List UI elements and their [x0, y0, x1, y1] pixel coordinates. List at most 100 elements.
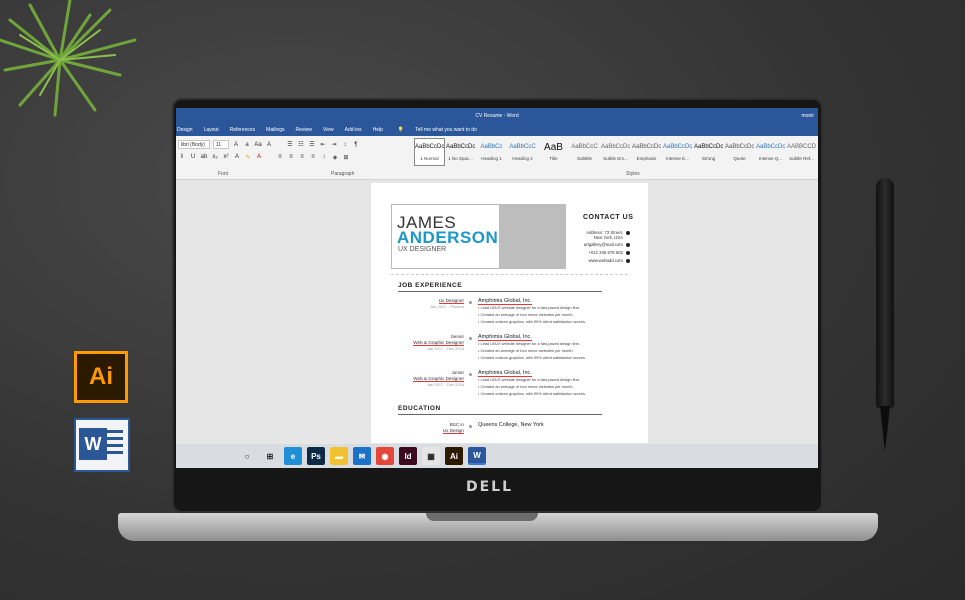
contact-email: artgallery@mail.com — [584, 242, 630, 247]
style-intense-e[interactable]: AaBbCcDc Intense E... — [662, 138, 693, 166]
borders-icon[interactable]: ⊞ — [342, 153, 350, 161]
tell-me-search[interactable]: Tell me what you want to do — [415, 127, 477, 133]
contact-text: +012 345 678 502 — [588, 250, 623, 255]
font-color-icon[interactable]: A — [255, 153, 263, 161]
style-subtle-em[interactable]: AaBbCcDc Subtle Em... — [600, 138, 631, 166]
laptop-notch — [426, 513, 538, 521]
style-name: Intense E... — [666, 156, 689, 161]
style-quote[interactable]: AaBbCcDc Quote — [724, 138, 755, 166]
edge-icon[interactable]: e — [284, 447, 302, 465]
align-left-icon[interactable]: ≡ — [276, 153, 284, 161]
decrease-indent-icon[interactable]: ⇤ — [319, 141, 327, 149]
text-effects-icon[interactable]: A — [233, 153, 241, 161]
store-icon[interactable]: ▦ — [422, 447, 440, 465]
align-center-icon[interactable]: ≡ — [287, 153, 295, 161]
style-1-normal[interactable]: AaBbCcDc 1 Normal — [414, 138, 445, 166]
font-row-1: libri (Body) 11 A a Aa A ☰ ☷ ☰ ⇤ ⇥ ↕ ¶ — [178, 140, 360, 149]
tab-mailings[interactable]: Mailings — [266, 127, 284, 133]
tab-design[interactable]: Design — [177, 127, 193, 133]
school-name: Queens College, New York — [478, 422, 544, 428]
bullet-text: Lead UI/UX website designer for a fast-p… — [480, 377, 581, 382]
style-preview: AaBbCcC — [509, 144, 536, 150]
cortana-icon[interactable]: ○ — [238, 447, 256, 465]
shrink-font-icon[interactable]: a — [243, 141, 251, 149]
align-right-icon[interactable]: ≡ — [298, 153, 306, 161]
indesign-icon[interactable]: Id — [399, 447, 417, 465]
job-bullet: • Lead UI/UX website designer for a fast… — [478, 341, 581, 346]
illustrator-app-icon: Ai — [74, 351, 128, 403]
numbering-icon[interactable]: ☷ — [297, 141, 305, 149]
task-view-icon[interactable]: ⊞ — [261, 447, 279, 465]
bullet-text: Created custom graphics, with 99% client… — [480, 391, 586, 396]
style-subtitle[interactable]: AaBbCcC Subtitle — [569, 138, 600, 166]
tab-add-ins[interactable]: Add-ins — [345, 127, 362, 133]
user-name[interactable]: monir — [801, 113, 814, 119]
style-intense-q[interactable]: AaBbCcDc Intense Q... — [755, 138, 786, 166]
grow-font-icon[interactable]: A — [232, 141, 240, 149]
style-preview: AaBbCcDc — [446, 144, 475, 150]
justify-icon[interactable]: ≡ — [309, 153, 317, 161]
font-name-combo[interactable]: libri (Body) — [178, 140, 210, 149]
tab-review[interactable]: Review — [296, 127, 312, 133]
contact-text: New York, USA — [593, 235, 623, 240]
shading-icon[interactable]: ◈ — [331, 153, 339, 161]
word-icon[interactable]: W — [468, 447, 486, 465]
file-explorer-icon[interactable]: ▬ — [330, 447, 348, 465]
style-title[interactable]: AaB Title — [538, 138, 569, 166]
bullets-icon[interactable]: ☰ — [286, 141, 294, 149]
mail-icon[interactable]: ✉ — [353, 447, 371, 465]
style-name: Strong — [701, 156, 716, 161]
ribbon: libri (Body) 11 A a Aa A ☰ ☷ ☰ ⇤ ⇥ ↕ ¶ I… — [176, 136, 818, 180]
style-name: Intense Q... — [758, 156, 783, 161]
style-preview: AaBbCcC — [571, 144, 598, 150]
style-preview: AaBbCcDc — [663, 144, 692, 150]
increase-indent-icon[interactable]: ⇥ — [330, 141, 338, 149]
style-preview: AaBbCc — [480, 144, 503, 150]
job-bullet: • Lead UI/UX website designer for a fast… — [478, 305, 581, 310]
clear-format-icon[interactable]: A — [265, 141, 273, 149]
photoshop-icon[interactable]: Ps — [307, 447, 325, 465]
font-size-combo[interactable]: 11 — [213, 140, 229, 149]
job-title: Ux Designer Jan 2017 - Present — [398, 298, 464, 310]
underline-icon[interactable]: U — [189, 153, 197, 161]
style-subtle-ref[interactable]: AABBCCDC Subtle Ref... — [786, 138, 817, 166]
bullet-text: Created an average of four minor website… — [480, 312, 574, 317]
phone-icon — [626, 250, 630, 255]
pen-decoration — [876, 178, 894, 408]
chrome-icon[interactable]: ◉ — [376, 447, 394, 465]
style-name: 1 No Spac... — [448, 156, 473, 161]
subscript-icon[interactable]: x₂ — [211, 153, 219, 161]
education-details: Queens College, New York — [478, 422, 628, 428]
pilcrow-icon[interactable]: ¶ — [352, 141, 360, 149]
style-heading-2[interactable]: AaBbCcC Heading 2 — [507, 138, 538, 166]
style-1-no-spac[interactable]: AaBbCcDc 1 No Spac... — [445, 138, 476, 166]
tab-references[interactable]: References — [230, 127, 256, 133]
style-heading-1[interactable]: AaBbCc Heading 1 — [476, 138, 507, 166]
contact-web: www.webadd.com — [588, 258, 630, 263]
tab-help[interactable]: Help — [373, 127, 383, 133]
sort-icon[interactable]: ↕ — [341, 141, 349, 149]
superscript-icon[interactable]: x² — [222, 153, 230, 161]
job-role: UX DESIGNER — [398, 246, 447, 253]
job-heading: JOB EXPERIENCE — [398, 282, 463, 289]
style-strong[interactable]: AaBbCcDc Strong — [693, 138, 724, 166]
paragraph-group-label: Paragraph — [331, 171, 355, 177]
job-bullet: • Created custom graphics, with 99% clie… — [478, 391, 586, 396]
style-emphasis[interactable]: AaBbCcDc Emphasis — [631, 138, 662, 166]
change-case-icon[interactable]: Aa — [254, 141, 262, 149]
divider — [391, 274, 628, 275]
highlight-icon[interactable]: ✎ — [244, 153, 252, 161]
word-app-icon: W — [74, 418, 130, 472]
multilevel-icon[interactable]: ☰ — [308, 141, 316, 149]
tab-layout[interactable]: Layout — [204, 127, 219, 133]
style-name: Subtle Ref... — [789, 156, 814, 161]
strikethrough-icon[interactable]: ab — [200, 153, 208, 161]
bold-icon[interactable]: I — [178, 153, 186, 161]
font-group-label: Font — [218, 171, 229, 177]
job-bullet: • Created an average of four minor websi… — [478, 312, 574, 317]
style-preview: AaBbCcDc — [632, 144, 661, 150]
line-spacing-icon[interactable]: ↕ — [320, 153, 328, 161]
style-name: Title — [549, 156, 558, 161]
illustrator-icon[interactable]: Ai — [445, 447, 463, 465]
tab-view[interactable]: View — [323, 127, 334, 133]
